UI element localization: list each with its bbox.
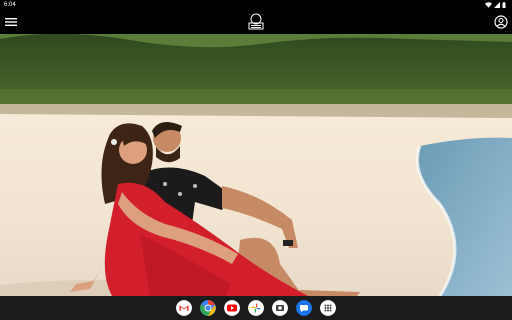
wifi-icon bbox=[485, 2, 492, 8]
status-icons bbox=[485, 2, 506, 8]
app-bar bbox=[0, 10, 512, 34]
camera-icon[interactable] bbox=[272, 300, 288, 316]
menu-icon[interactable] bbox=[4, 15, 18, 29]
status-bar: 6:04 bbox=[0, 0, 512, 10]
messages-icon[interactable] bbox=[296, 300, 312, 316]
signal-icon bbox=[494, 2, 500, 8]
dock-apps bbox=[176, 300, 336, 316]
gmail-icon[interactable] bbox=[176, 300, 192, 316]
app-drawer-icon[interactable] bbox=[320, 300, 336, 316]
status-time: 6:04 bbox=[4, 2, 16, 8]
dock bbox=[0, 296, 512, 320]
account-circle-icon[interactable] bbox=[494, 15, 508, 29]
battery-icon bbox=[502, 2, 506, 8]
logo-icon[interactable] bbox=[246, 13, 266, 31]
chrome-icon[interactable] bbox=[200, 300, 216, 316]
hero-photo bbox=[0, 34, 512, 296]
photos-icon[interactable] bbox=[248, 300, 264, 316]
photo-scene bbox=[0, 34, 512, 296]
youtube-icon[interactable] bbox=[224, 300, 240, 316]
